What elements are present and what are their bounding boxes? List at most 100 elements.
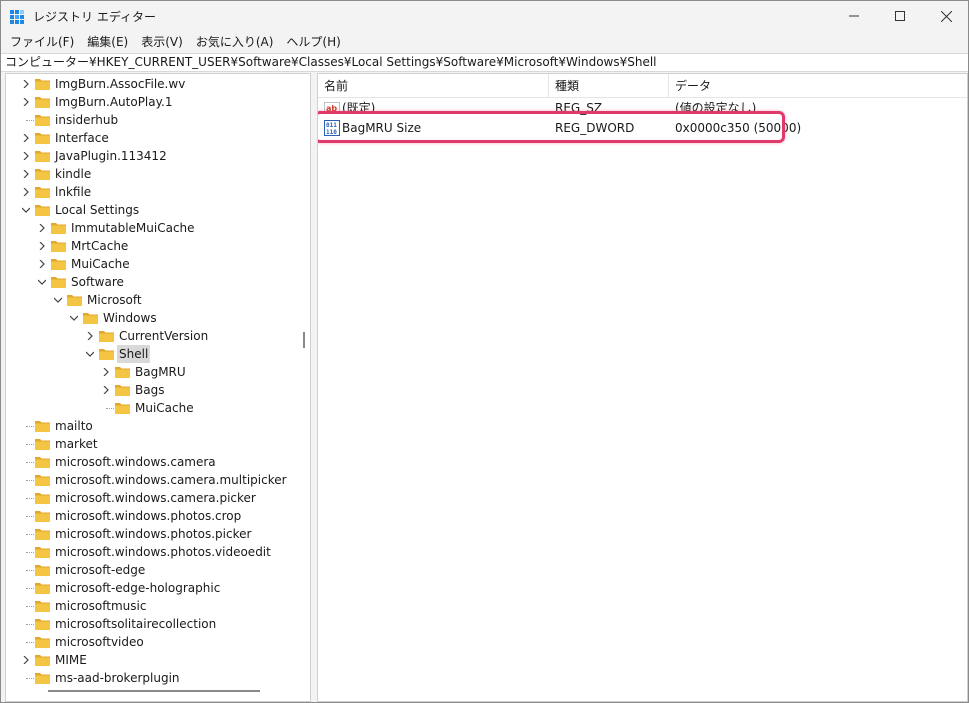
tree-item[interactable]: microsoft-edge <box>6 561 306 579</box>
folder-icon <box>67 295 82 306</box>
tree-item[interactable]: microsoft.windows.camera <box>6 453 306 471</box>
chevron-down-icon[interactable] <box>20 201 32 219</box>
tree-connector <box>26 642 34 643</box>
tree-item[interactable]: Shell <box>6 345 306 363</box>
tree-item[interactable]: BagMRU <box>6 363 306 381</box>
address-bar[interactable]: コンピューター¥HKEY_CURRENT_USER¥Software¥Class… <box>1 53 968 72</box>
tree-item[interactable]: Windows <box>6 309 306 327</box>
chevron-right-icon[interactable] <box>20 129 32 147</box>
tree-item[interactable]: MuiCache <box>6 255 306 273</box>
tree-item[interactable]: Local Settings <box>6 201 306 219</box>
chevron-right-icon[interactable] <box>100 381 112 399</box>
chevron-right-icon[interactable] <box>20 651 32 669</box>
tree-item[interactable]: market <box>6 435 306 453</box>
folder-icon <box>35 547 50 558</box>
chevron-right-icon[interactable] <box>100 363 112 381</box>
menu-favorites[interactable]: お気に入り(A) <box>191 32 279 52</box>
tree-item[interactable]: ImgBurn.AssocFile.wv <box>6 75 306 93</box>
tree-item[interactable]: microsoftvideo <box>6 633 306 651</box>
tree-connector <box>26 588 34 589</box>
folder-icon <box>35 115 50 126</box>
tree-item[interactable]: microsoft.windows.photos.picker <box>6 525 306 543</box>
tree-item[interactable]: mailto <box>6 417 306 435</box>
tree-item[interactable]: MuiCache <box>6 399 306 417</box>
menu-view[interactable]: 表示(V) <box>136 32 188 52</box>
column-header-name[interactable]: 名前 <box>318 74 549 98</box>
folder-icon <box>51 223 66 234</box>
folder-icon <box>51 277 66 288</box>
tree-item[interactable]: MIME <box>6 651 306 669</box>
tree-item[interactable]: kindle <box>6 165 306 183</box>
chevron-right-icon[interactable] <box>20 75 32 93</box>
tree-item[interactable]: microsoftmusic <box>6 597 306 615</box>
key-tree-pane[interactable]: ImgBurn.AssocFile.wv ImgBurn.AutoPlay.1 in… <box>5 73 311 702</box>
tree-item[interactable]: microsoftsolitairecollection <box>6 615 306 633</box>
tree-item[interactable]: microsoft-edge-holographic <box>6 579 306 597</box>
column-header-type[interactable]: 種類 <box>549 74 669 98</box>
chevron-right-icon[interactable] <box>20 93 32 111</box>
tree-item[interactable]: insiderhub <box>6 111 306 129</box>
tree-item[interactable]: microsoft.windows.photos.crop <box>6 507 306 525</box>
tree-connector <box>26 678 34 679</box>
title-bar[interactable]: レジストリ エディター <box>1 1 968 31</box>
tree-item-label: microsoft.windows.camera <box>55 455 216 469</box>
tree-item[interactable]: Interface <box>6 129 306 147</box>
folder-icon <box>51 241 66 252</box>
tree-item[interactable]: CurrentVersion <box>6 327 306 345</box>
tree-item[interactable]: microsoft.windows.camera.picker <box>6 489 306 507</box>
tree-item[interactable]: microsoft.windows.camera.multipicker <box>6 471 306 489</box>
column-header-data[interactable]: データ <box>669 74 967 98</box>
tree-item[interactable]: lnkfile <box>6 183 306 201</box>
menu-edit[interactable]: 編集(E) <box>82 32 133 52</box>
chevron-down-icon[interactable] <box>52 291 64 309</box>
folder-icon <box>35 673 50 684</box>
tree-item[interactable]: ImmutableMuiCache <box>6 219 306 237</box>
chevron-right-icon[interactable] <box>20 165 32 183</box>
folder-icon <box>35 601 50 612</box>
tree-item-label: microsoft-edge <box>55 563 146 577</box>
tree-item[interactable]: MrtCache <box>6 237 306 255</box>
tree-item[interactable]: Bags <box>6 381 306 399</box>
tree-connector <box>26 552 34 553</box>
chevron-down-icon[interactable] <box>68 309 80 327</box>
folder-icon <box>35 133 50 144</box>
tree-item[interactable]: Software <box>6 273 306 291</box>
tree-item-label: MuiCache <box>135 401 194 415</box>
tree-item[interactable]: ImgBurn.AutoPlay.1 <box>6 93 306 111</box>
tree-item-label: kindle <box>55 167 92 181</box>
chevron-down-icon[interactable] <box>36 273 48 291</box>
tree-item[interactable]: microsoft.windows.photos.videoedit <box>6 543 306 561</box>
chevron-right-icon[interactable] <box>36 219 48 237</box>
tree-item-label: Local Settings <box>55 203 140 217</box>
tree-item-label: Microsoft <box>87 293 142 307</box>
tree-connector <box>26 606 34 607</box>
folder-icon <box>35 565 50 576</box>
tree-item-label: microsoft.windows.photos.crop <box>55 509 242 523</box>
window-title: レジストリ エディター <box>33 10 156 24</box>
menu-help[interactable]: ヘルプ(H) <box>281 32 345 52</box>
tree-item-label: MuiCache <box>71 257 130 271</box>
chevron-right-icon[interactable] <box>36 255 48 273</box>
close-button[interactable] <box>923 1 969 31</box>
chevron-right-icon[interactable] <box>20 183 32 201</box>
menu-file[interactable]: ファイル(F) <box>5 32 79 52</box>
tree-item-label: Windows <box>103 311 157 325</box>
tree-item[interactable]: JavaPlugin.113412 <box>6 147 306 165</box>
tree-item[interactable]: ms-aad-brokerplugin <box>6 669 306 687</box>
maximize-button[interactable] <box>877 1 923 31</box>
tree-item[interactable]: Microsoft <box>6 291 306 309</box>
chevron-right-icon[interactable] <box>20 147 32 165</box>
maximize-icon <box>895 11 905 21</box>
folder-icon <box>115 403 130 414</box>
chevron-right-icon[interactable] <box>36 237 48 255</box>
tree-item-label: microsoft.windows.camera.multipicker <box>55 473 287 487</box>
folder-icon <box>35 439 50 450</box>
chevron-down-icon[interactable] <box>84 345 96 363</box>
minimize-button[interactable] <box>831 1 877 31</box>
tree-horizontal-scrollbar[interactable] <box>48 690 260 692</box>
chevron-right-icon[interactable] <box>84 327 96 345</box>
tree-item-label: microsoftvideo <box>55 635 144 649</box>
folder-icon <box>35 619 50 630</box>
tree-item-label: microsoft.windows.photos.picker <box>55 527 252 541</box>
values-list-pane[interactable]: 名前 種類 データ ab (既定) REG_SZ (値の設定なし) 011 11… <box>317 73 968 702</box>
